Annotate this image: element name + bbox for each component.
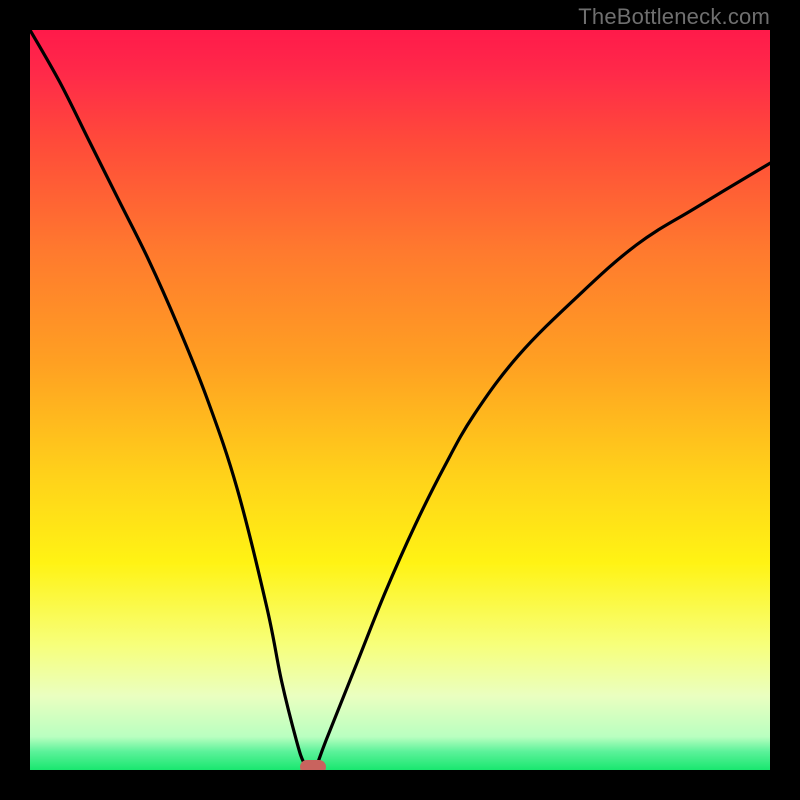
bottleneck-curve	[30, 30, 770, 770]
chart-frame: TheBottleneck.com	[0, 0, 800, 800]
watermark-text: TheBottleneck.com	[578, 4, 770, 30]
plot-area	[30, 30, 770, 770]
minimum-marker	[300, 760, 326, 770]
